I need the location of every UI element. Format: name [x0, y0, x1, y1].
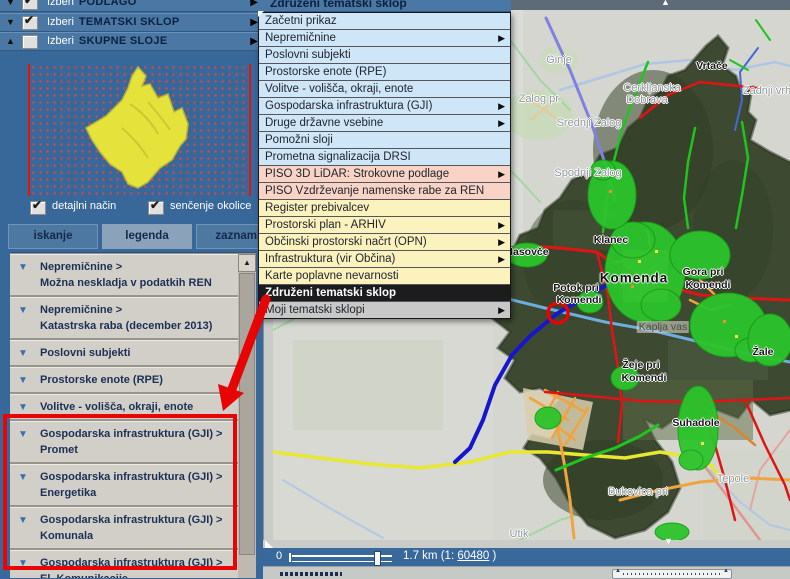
menu-item[interactable]: Druge državne vsebine▶: [259, 115, 510, 132]
menu-item[interactable]: Občinski prostorski načrt (OPN)▶: [259, 234, 510, 251]
collapse-down-icon[interactable]: ▼: [664, 536, 673, 546]
layer-group-header[interactable]: ▼ IzberiTEMATSKI SKLOP ▶: [0, 13, 263, 32]
submenu-arrow-icon: ▶: [498, 115, 505, 131]
layer-group-checkbox[interactable]: [22, 35, 38, 49]
layer-group-headers: ▼ IzberiPODLAGO ▶ ▼ IzberiTEMATSKI SKLOP ▶ ▲ Iz…: [0, 0, 263, 51]
menu-item[interactable]: Pomožni sloji: [259, 132, 510, 149]
legend-item[interactable]: ▼Poslovni subjekti: [10, 340, 238, 365]
scale-slider-track[interactable]: [292, 555, 392, 562]
scale-ratio-suffix: ): [493, 550, 497, 562]
map-statusbar: 0 1.7 km (1: 60480 ): [263, 548, 790, 566]
menu-item[interactable]: Nepremičnine▶: [259, 30, 510, 47]
menu-title-label: Združeni tematski sklop: [270, 0, 407, 10]
legend-item[interactable]: ▼Nepremičnine >Katastrska raba (december…: [10, 297, 238, 338]
map-collapse-bar-top[interactable]: ▲: [511, 0, 790, 10]
scrollbar-thumb[interactable]: [239, 273, 255, 555]
hillshade-checkbox[interactable]: [148, 201, 164, 215]
legend-item[interactable]: ▼Nepremičnine >Možna neskladja v podatki…: [10, 254, 238, 295]
menu-item[interactable]: Prometna signalizacija DRSI: [259, 149, 510, 166]
layer-group-label: IzberiPODLAGO: [47, 0, 137, 8]
expander-triangle-icon[interactable]: ▼: [6, 17, 15, 28]
menu-item[interactable]: Volitve - volišča, okraji, enote: [259, 81, 510, 98]
submenu-arrow-icon: ▶: [498, 234, 505, 250]
pager-dots: [623, 573, 721, 575]
menu-item[interactable]: Register prebivalcev: [259, 200, 510, 217]
layer-group-label: IzberiSKUPNE SLOJE: [47, 35, 167, 47]
pager-left-icon[interactable]: ▲: [615, 568, 621, 574]
overview-map[interactable]: [28, 64, 251, 196]
menu-item[interactable]: Prostorske enote (RPE): [259, 64, 510, 81]
legend-scrollbar[interactable]: ▲: [238, 254, 256, 578]
collapse-up-icon[interactable]: ▲: [661, 0, 670, 7]
tab-iskanje[interactable]: iskanje: [8, 224, 98, 249]
scale-ratio-prefix: (1:: [441, 550, 454, 562]
expander-triangle-icon[interactable]: ▼: [6, 0, 15, 8]
menu-item[interactable]: Prostorski plan - ARHIV▶: [259, 217, 510, 234]
scale-readout: 1.7 km (1: 60480 ): [403, 550, 496, 562]
collapse-triangle-icon[interactable]: ▼: [18, 260, 28, 276]
submenu-arrow-icon: ▶: [498, 98, 505, 114]
menu-item[interactable]: Poslovni subjekti: [259, 47, 510, 64]
scroll-up-icon[interactable]: ▲: [238, 254, 256, 272]
menu-item[interactable]: Gospodarska infrastruktura (GJI)▶: [259, 98, 510, 115]
menu-title-bar[interactable]: Združeni tematski sklop: [258, 0, 511, 12]
thematic-set-menu: Združeni tematski sklop Začetni prikazNe…: [258, 0, 511, 319]
submenu-arrow-icon: ▶: [498, 166, 505, 182]
scale-ratio-link[interactable]: 60480: [457, 550, 489, 562]
collapse-triangle-icon[interactable]: ▼: [18, 346, 28, 362]
submenu-arrow-icon: ▶: [498, 217, 505, 233]
highlight-rectangle-annotation: [3, 414, 237, 570]
submenu-arrow-icon[interactable]: ▶: [250, 17, 258, 28]
menu-item[interactable]: Združeni tematski sklop: [259, 285, 510, 302]
resize-corner-icon[interactable]: [265, 540, 273, 548]
scale-slider-handle[interactable]: [374, 551, 381, 566]
piso-gis-app: { "sidebar": { "headers": [ {"prefix": "…: [0, 0, 790, 578]
detail-mode-label: detajlni način: [52, 200, 116, 212]
layer-group-header[interactable]: ▼ IzberiPODLAGO ▶: [0, 0, 263, 13]
submenu-arrow-icon: ▶: [498, 30, 505, 46]
submenu-arrow-icon: ▶: [498, 251, 505, 267]
expander-triangle-icon[interactable]: ▲: [6, 36, 15, 47]
map-collapse-bar-bottom[interactable]: ▼: [263, 540, 790, 548]
scale-distance: 1.7 km: [403, 550, 438, 562]
detail-mode-checkbox[interactable]: [30, 201, 46, 215]
pager-right-icon[interactable]: ▲: [723, 568, 729, 574]
menu-item[interactable]: Moji tematski sklopi▶: [259, 302, 510, 318]
layer-group-checkbox[interactable]: [22, 0, 38, 10]
layer-group-label: IzberiTEMATSKI SKLOP: [47, 16, 179, 28]
menu-item[interactable]: PISO 3D LiDAR: Strokovne podlage▶: [259, 166, 510, 183]
collapse-triangle-icon[interactable]: ▼: [18, 303, 28, 319]
menu-item[interactable]: Začetni prikaz: [259, 13, 510, 30]
bottom-strip: ▲ ▲: [263, 566, 790, 579]
legend-item[interactable]: ▼Prostorske enote (RPE): [10, 367, 238, 392]
sidebar-tabs: iskanjelegendazaznamki: [8, 224, 263, 249]
layer-group-checkbox[interactable]: [22, 16, 38, 30]
menu-item[interactable]: Karte poplavne nevarnosti: [259, 268, 510, 285]
tab-zaznamki[interactable]: zaznamki: [196, 224, 263, 249]
overview-municipality-shape: [30, 64, 249, 192]
menu-item[interactable]: Infrastruktura (vir Občina)▶: [259, 251, 510, 268]
collapse-triangle-icon[interactable]: ▼: [18, 373, 28, 389]
submenu-arrow-icon: ▶: [498, 302, 505, 318]
hillshade-label: senčenje okolice: [170, 200, 251, 212]
menu-item-list: Začetni prikazNepremičnine▶Poslovni subj…: [258, 12, 511, 319]
menu-item[interactable]: PISO Vzdrževanje namenske rabe za REN: [259, 183, 510, 200]
tab-legenda[interactable]: legenda: [102, 224, 192, 249]
submenu-arrow-icon[interactable]: ▶: [250, 0, 258, 8]
scale-zero-label: 0: [276, 550, 282, 562]
submenu-arrow-icon[interactable]: ▶: [250, 36, 258, 47]
clipped-panel-title: [280, 572, 342, 576]
layer-group-header[interactable]: ▲ IzberiSKUPNE SLOJE ▶: [0, 32, 263, 51]
